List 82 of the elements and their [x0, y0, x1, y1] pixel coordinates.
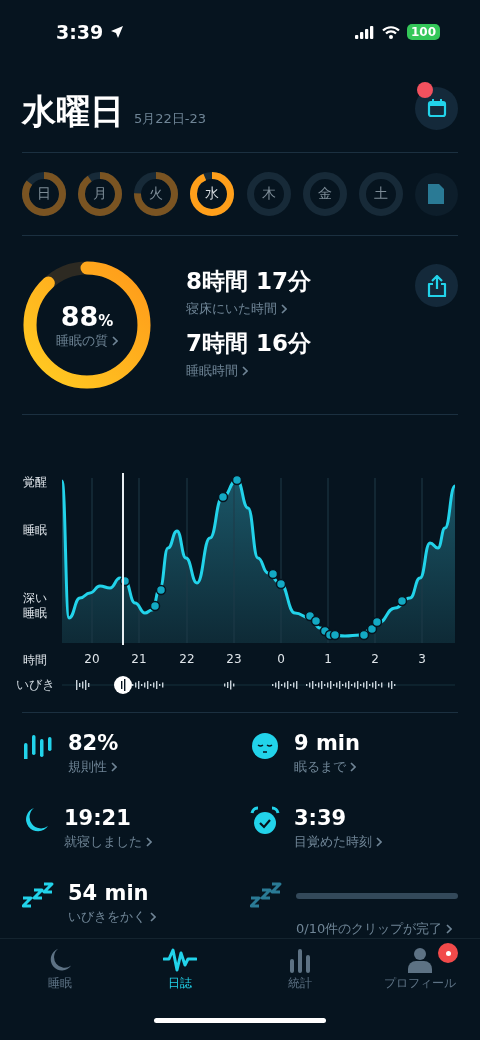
hour-label: 0: [277, 652, 285, 666]
sound-event-marker: [329, 629, 341, 641]
chevron-icon: [111, 762, 117, 772]
stat-value: 54 min: [68, 881, 150, 905]
chevron-icon: [350, 762, 356, 772]
day-ring-button[interactable]: 月: [78, 172, 123, 216]
duration-value: 8時間 17分: [186, 267, 312, 296]
chevron-icon: [150, 912, 156, 922]
stat-value: 82%: [68, 731, 120, 755]
person-icon: [407, 947, 433, 973]
y-axis-label: 覚醒: [23, 475, 48, 490]
quality-link[interactable]: 睡眠の質: [56, 331, 118, 350]
day-ring-button[interactable]: 金: [302, 172, 347, 216]
bar-chart-icon: [287, 947, 313, 973]
tab[interactable]: プロフィール: [360, 939, 480, 1000]
signal-icon: [354, 25, 375, 39]
hour-label: 21: [131, 652, 147, 666]
sound-event-marker: [396, 595, 408, 607]
day-title: 水曜日: [22, 90, 124, 133]
wave-icon: [163, 947, 197, 973]
hour-label: 20: [84, 652, 100, 666]
sound-event-marker: [267, 568, 279, 580]
hour-label: 2: [371, 652, 379, 666]
sound-event-marker: [119, 575, 131, 587]
calendar-icon: [426, 98, 447, 118]
snore-label: いびき: [15, 676, 56, 694]
stat-value: 9 min: [294, 731, 361, 755]
stat-link[interactable]: 目覚めた時刻: [294, 833, 458, 851]
sound-event-marker: [275, 578, 287, 590]
sound-event-marker: [155, 584, 167, 596]
stat-link[interactable]: 0/10件のクリップが完了: [296, 920, 458, 938]
status-time: 3:39: [56, 21, 104, 43]
share-icon: [426, 274, 447, 297]
quality-score: 88%: [60, 300, 114, 332]
chevron-icon: [112, 335, 118, 346]
sound-event-marker: [149, 600, 161, 612]
day-ring-button[interactable]: 火: [134, 172, 179, 216]
day-ring-button[interactable]: 木: [246, 172, 291, 216]
alarm-clock-icon: [250, 806, 280, 836]
chevron-icon: [242, 366, 248, 376]
chevron-icon: [376, 837, 382, 847]
sound-event-marker: [358, 629, 370, 641]
sound-event-marker: [310, 615, 322, 627]
day-ring-button[interactable]: 日: [22, 172, 66, 216]
wifi-icon: [381, 25, 400, 39]
report-button[interactable]: [415, 172, 458, 216]
y-axis-label: 睡眠: [23, 523, 48, 538]
tab[interactable]: 統計: [240, 939, 360, 1000]
date-range: 5月22日-23: [134, 110, 207, 128]
location-arrow-icon: [110, 25, 125, 39]
sound-event-marker: [366, 623, 378, 635]
tab[interactable]: 日誌: [120, 939, 240, 1000]
hour-label: 3: [418, 652, 426, 666]
zzz-icon: [250, 881, 282, 911]
chevron-icon: [146, 837, 152, 847]
duration-link[interactable]: 寝床にいた時間: [186, 300, 312, 318]
day-ring-button[interactable]: 水: [190, 172, 235, 216]
chevron-icon: [281, 304, 287, 314]
sound-event-marker: [217, 491, 229, 503]
y-axis-label: 深い睡眠: [23, 591, 48, 621]
stat-link[interactable]: 眠るまで: [294, 758, 458, 776]
tab[interactable]: 睡眠: [0, 939, 120, 1000]
stat-value: 3:39: [294, 806, 348, 830]
battery-indicator: 100: [406, 24, 440, 40]
hour-label: 22: [179, 652, 195, 666]
hour-label: 1: [324, 652, 332, 666]
duration-value: 7時間 16分: [186, 329, 312, 358]
day-ring-button[interactable]: 土: [358, 172, 403, 216]
chevron-icon: [446, 924, 453, 934]
stat-link[interactable]: 就寝しました: [64, 833, 230, 851]
stat-link[interactable]: いびきをかく: [68, 908, 230, 926]
sound-event-marker: [371, 616, 383, 628]
sound-event-marker: [231, 474, 243, 486]
x-axis-title: 時間: [22, 651, 48, 669]
sleeping-face-icon: [250, 731, 280, 761]
hour-label: 23: [226, 652, 242, 666]
stat-value: 19:21: [64, 806, 132, 830]
document-icon: [427, 183, 446, 205]
duration-link[interactable]: 睡眠時間: [186, 362, 312, 380]
zzz-icon: [22, 881, 54, 911]
stat-link[interactable]: 規則性: [68, 758, 230, 776]
share-button[interactable]: [415, 264, 458, 307]
